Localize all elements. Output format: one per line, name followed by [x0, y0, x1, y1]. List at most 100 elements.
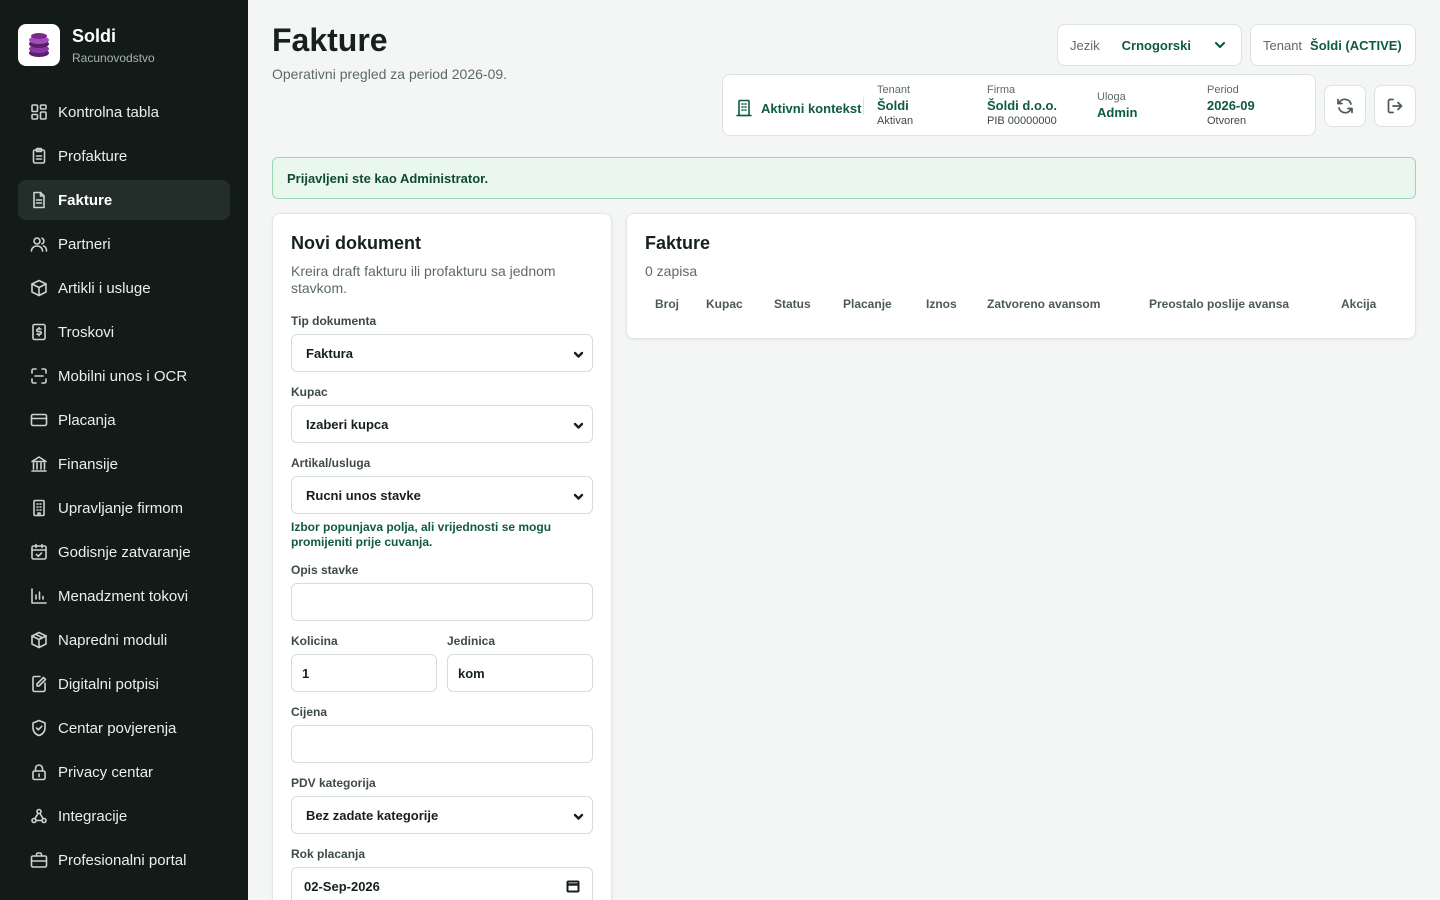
vat-select[interactable]: Bez zadate kategorije [291, 796, 593, 834]
document-icon [33, 191, 45, 209]
sidebar-item-partneri[interactable]: Partneri [18, 224, 230, 264]
context-tenant: Tenant Šoldi Aktivan [877, 84, 913, 128]
due-date-input[interactable]: 02-Sep-2026 [291, 867, 593, 900]
bar-chart-icon [31, 588, 47, 604]
vat-label: PDV kategorija [291, 776, 376, 790]
sidebar-item-label: Godisnje zatvaranje [58, 543, 191, 561]
quantity-value: 1 [302, 665, 310, 681]
brand-subtitle: Racunovodstvo [72, 50, 155, 65]
context-period: Period 2026-09 Otvoren [1207, 84, 1255, 128]
column-header-kupac[interactable]: Kupac [706, 297, 743, 311]
language-value: Crnogorski [1121, 37, 1191, 53]
sidebar-item-label: Artikli i usluge [58, 279, 151, 297]
price-label: Cijena [291, 705, 328, 719]
sidebar-item-mobilni-unos[interactable]: Mobilni unos i OCR [18, 356, 230, 396]
sidebar-item-fakture[interactable]: Fakture [18, 180, 230, 220]
doc-type-value: Faktura [306, 345, 353, 361]
sidebar-item-label: Mobilni unos i OCR [58, 367, 188, 385]
signature-icon [32, 675, 47, 693]
invoices-list: Fakture 0 zapisa Broj Kupac Status Placa… [626, 213, 1416, 339]
credit-card-icon [30, 413, 48, 427]
brand[interactable]: Soldi Racunovodstvo [18, 24, 155, 66]
sidebar-item-upravljanje-firmom[interactable]: Upravljanje firmom [18, 488, 230, 528]
due-date-label: Rok placanja [291, 847, 366, 861]
logout-icon [1387, 98, 1403, 114]
sidebar-item-label: Finansije [58, 455, 119, 473]
users-icon [30, 237, 48, 252]
refresh-icon [1337, 98, 1353, 114]
vat-value: Bez zadate kategorije [306, 807, 439, 823]
column-header-status[interactable]: Status [774, 297, 811, 311]
description-label: Opis stavke [291, 563, 359, 577]
column-header-broj[interactable]: Broj [655, 297, 679, 311]
scan-icon [31, 368, 47, 384]
sidebar-item-placanja[interactable]: Placanja [18, 400, 230, 440]
sidebar-item-label: Privacy centar [58, 763, 154, 781]
list-title: Fakture [645, 233, 711, 253]
item-value: Rucni unos stavke [306, 487, 421, 503]
language-label: Jezik [1070, 37, 1100, 53]
buyer-label: Kupac [291, 385, 328, 399]
chevron-down-icon [573, 813, 584, 820]
package-icon [31, 279, 47, 297]
doc-type-select[interactable]: Faktura [291, 334, 593, 372]
column-header-placanje[interactable]: Placanje [843, 297, 892, 311]
sidebar-item-profesionalni-portal[interactable]: Profesionalni portal [18, 840, 230, 880]
shield-check-icon [32, 719, 46, 737]
column-header-iznos[interactable]: Iznos [926, 297, 957, 311]
sidebar-item-artikli[interactable]: Artikli i usluge [18, 268, 230, 308]
sidebar-item-label: Profesionalni portal [58, 851, 187, 869]
calendar-check-icon [31, 543, 47, 560]
lock-icon [32, 764, 46, 781]
sidebar-item-godisnje-zatvaranje[interactable]: Godisnje zatvaranje [18, 532, 230, 572]
item-select[interactable]: Rucni unos stavke [291, 476, 593, 514]
active-context-panel: Aktivni kontekst Tenant Šoldi Aktivan Fi… [722, 74, 1316, 136]
cube-icon [31, 631, 47, 649]
new-document-form: Novi dokument Kreira draft fakturu ili p… [272, 213, 612, 900]
context-firma: Firma Šoldi d.o.o. PIB 00000000 [987, 84, 1057, 128]
sidebar-item-integracije[interactable]: Integracije [18, 796, 230, 836]
item-hint: Izbor popunjava polja, ali vrijednosti s… [291, 520, 552, 549]
tenant-badge[interactable]: Tenant Šoldi (ACTIVE) [1250, 24, 1416, 66]
sidebar-item-label: Digitalni potpisi [58, 675, 159, 693]
sidebar-item-label: Profakture [58, 147, 128, 165]
divider [863, 97, 864, 115]
tenant-value: Šoldi (ACTIVE) [1310, 37, 1402, 53]
buyer-select[interactable]: Izaberi kupca [291, 405, 593, 443]
language-select[interactable]: Jezik Crnogorski [1057, 24, 1242, 66]
context-uloga: Uloga Admin [1097, 91, 1137, 121]
column-header-preostalo[interactable]: Preostalo poslije avansa [1149, 297, 1289, 311]
sidebar-item-finansije[interactable]: Finansije [18, 444, 230, 484]
doc-type-label: Tip dokumenta [291, 314, 377, 328]
context-firma-value: Šoldi d.o.o. [987, 98, 1058, 113]
receipt-icon [32, 323, 46, 341]
login-alert: Prijavljeni ste kao Administrator. [272, 157, 1416, 199]
sidebar-item-menadzment-tokovi[interactable]: Menadzment tokovi [18, 576, 230, 616]
unit-input[interactable]: kom [447, 654, 593, 692]
chevron-down-icon [573, 351, 584, 358]
context-tenant-key: Tenant [877, 84, 911, 96]
quantity-input[interactable]: 1 [291, 654, 437, 692]
sidebar-item-kontrolna-tabla[interactable]: Kontrolna tabla [18, 92, 230, 132]
main-content: Fakture Operativni pregled za period 202… [248, 0, 1440, 900]
sidebar-item-profakture[interactable]: Profakture [18, 136, 230, 176]
logout-button[interactable] [1374, 85, 1416, 127]
sidebar-item-privacy-centar[interactable]: Privacy centar [18, 752, 230, 792]
context-firma-pib: PIB 00000000 [987, 115, 1057, 127]
soldi-logo-icon [18, 24, 60, 66]
calendar-icon [566, 880, 580, 893]
column-header-zatvoreno-avansom[interactable]: Zatvoreno avansom [987, 297, 1100, 311]
sidebar-item-napredni-moduli[interactable]: Napredni moduli [18, 620, 230, 660]
sidebar-item-label: Fakture [58, 191, 113, 209]
quantity-label: Kolicina [291, 634, 338, 648]
description-input[interactable] [291, 583, 593, 621]
refresh-button[interactable] [1324, 85, 1366, 127]
sidebar-item-troskovi[interactable]: Troskovi [18, 312, 230, 352]
column-header-akcija[interactable]: Akcija [1341, 297, 1376, 311]
sidebar-item-digitalni-potpisi[interactable]: Digitalni potpisi [18, 664, 230, 704]
price-input[interactable] [291, 725, 593, 763]
dashboard-icon [31, 104, 47, 120]
sidebar-item-centar-povjerenja[interactable]: Centar povjerenja [18, 708, 230, 748]
sidebar-item-label: Integracije [58, 807, 128, 825]
context-tenant-value: Šoldi [877, 98, 909, 113]
